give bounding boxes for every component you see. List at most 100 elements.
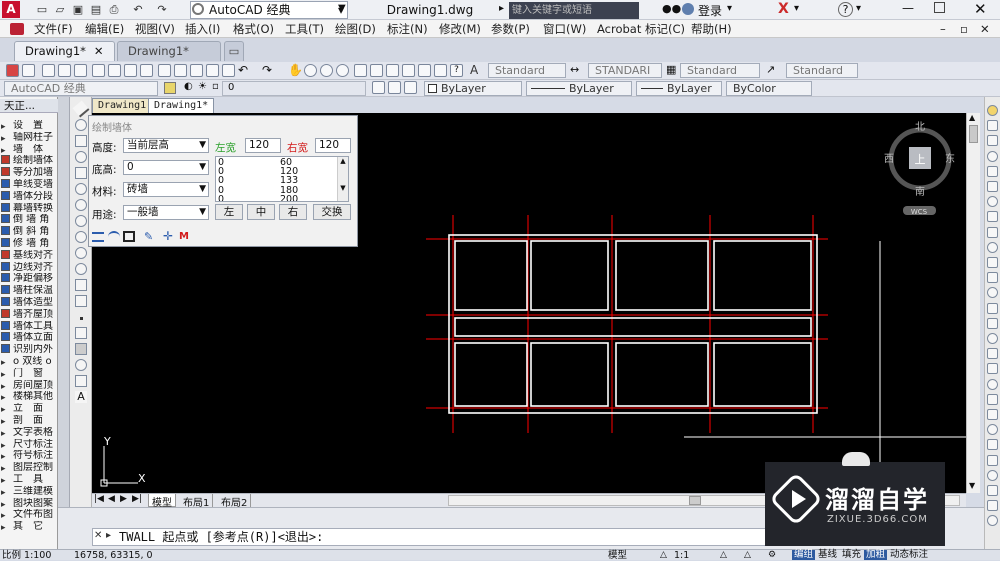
palette-item[interactable]: ▸ 剖 面	[0, 415, 58, 427]
layer-previous-icon[interactable]	[388, 81, 401, 94]
menu-insert[interactable]: 插入(I)	[185, 20, 220, 38]
text-edit-icon[interactable]	[987, 424, 998, 436]
menu-close-icon[interactable]: ✕	[980, 20, 990, 38]
break-point-icon[interactable]	[987, 272, 998, 284]
width-list-scrollbar[interactable]: ▲ ▼	[337, 157, 348, 201]
rect-wall-icon[interactable]	[123, 231, 135, 242]
construction-line-icon[interactable]	[75, 119, 87, 131]
command-history-icon[interactable]: ▸	[106, 530, 111, 541]
menu-restore-icon[interactable]: ▫	[960, 20, 968, 38]
status-baseline[interactable]: 基线	[816, 550, 839, 560]
menu-window[interactable]: 窗口(W)	[543, 20, 586, 38]
command-line[interactable]: TWALL 起点或 [参考点(R)]<退出>:	[92, 528, 772, 546]
width-list[interactable]: 0 60 0 120 0 133 0 180 0 200 ▲ ▼	[215, 156, 349, 202]
pan-icon[interactable]	[987, 485, 998, 496]
scroll-thumb[interactable]	[969, 125, 978, 143]
menu-format[interactable]: 格式(O)	[233, 20, 274, 38]
palette-item[interactable]: 墙体分段	[0, 190, 58, 203]
extend-icon[interactable]	[987, 257, 998, 268]
palette-item[interactable]: 倒 墙 角	[0, 214, 58, 226]
tool-icon[interactable]	[22, 64, 35, 77]
toolbar-undo-icon[interactable]: ↶	[238, 63, 248, 77]
mirror-icon[interactable]	[987, 135, 998, 147]
height-select[interactable]: 当前层高 ▼	[123, 138, 209, 153]
copy-obj-icon[interactable]	[987, 120, 998, 132]
menu-draw[interactable]: 绘图(D)	[335, 20, 376, 38]
save-file-icon[interactable]	[74, 64, 87, 77]
zoom-icon[interactable]	[987, 500, 998, 512]
palette-item[interactable]: ▸ 其 它	[0, 521, 58, 533]
menu-modify[interactable]: 修改(M)	[439, 20, 481, 38]
layout-tab-model[interactable]: 模型	[148, 494, 176, 509]
annotation-scale-icon[interactable]: △	[660, 550, 667, 560]
redo-icon[interactable]: ↷	[154, 2, 170, 17]
table-icon[interactable]	[75, 375, 87, 387]
pedit-icon[interactable]	[987, 378, 998, 390]
binoculars-icon[interactable]: ●●	[662, 2, 681, 16]
palette-header[interactable]: 天正...	[0, 99, 58, 113]
palette-item[interactable]: ▸ 三维建模	[0, 486, 58, 498]
lengthen-icon[interactable]	[987, 439, 998, 451]
block-editor-icon[interactable]	[222, 64, 235, 77]
zoom-window-icon[interactable]	[320, 64, 333, 77]
palette-item[interactable]: 单线变墙	[0, 179, 58, 191]
maximize-button[interactable]	[934, 2, 945, 13]
publish-icon[interactable]	[124, 64, 137, 77]
swap-button[interactable]: 交换	[313, 204, 351, 220]
design-center-icon[interactable]	[370, 64, 383, 77]
palette-item[interactable]: ▸ 楼梯其他	[0, 391, 58, 403]
hscroll-thumb[interactable]	[689, 496, 701, 505]
hatch-icon[interactable]	[75, 327, 87, 339]
save-icon[interactable]: ▣	[70, 2, 86, 17]
viewcube-east[interactable]: 东	[945, 152, 955, 165]
material-select[interactable]: 砖墙 ▼	[123, 182, 209, 197]
menu-parametric[interactable]: 参数(P)	[491, 20, 530, 38]
tab-nav-prev-icon[interactable]: ◀	[108, 494, 115, 504]
viewcube-north[interactable]: 北	[915, 121, 925, 133]
tool-palettes-icon[interactable]	[386, 64, 399, 77]
palette-item[interactable]: ▸ 图块图案	[0, 498, 58, 510]
align-left-button[interactable]: 左	[215, 204, 243, 220]
break-icon[interactable]	[987, 287, 998, 299]
search-dropdown-icon[interactable]: ▸	[499, 3, 504, 14]
doc-tab-2[interactable]: Drawing1*	[117, 41, 221, 61]
layer-match-icon[interactable]	[404, 81, 417, 94]
draw-order-icon[interactable]	[987, 469, 998, 481]
width-list-row[interactable]: 0 133	[218, 176, 336, 186]
toolbar-redo-icon[interactable]: ↷	[262, 63, 272, 77]
palette-item[interactable]: 墙体造型	[0, 297, 58, 309]
palette-item[interactable]: 识别内外	[0, 344, 58, 356]
width-list-row[interactable]: 0 180	[218, 185, 336, 195]
palette-item[interactable]: ▸ 轴网柱子	[0, 132, 58, 144]
palette-item[interactable]: ▸ o 双线 o	[0, 356, 58, 368]
table-style-combo[interactable]: Standard	[680, 63, 760, 78]
menu-minimize-icon[interactable]: –	[940, 20, 946, 38]
usage-select[interactable]: 一般墙 ▼	[123, 205, 209, 220]
arc-wall-icon[interactable]	[108, 231, 120, 243]
palette-item[interactable]: ▸ 立 面	[0, 403, 58, 415]
user-icon[interactable]	[682, 3, 694, 15]
point-icon[interactable]	[80, 317, 83, 320]
layout-tab-1[interactable]: 布局1	[180, 494, 214, 509]
inner-tab-2[interactable]: Drawing1*	[148, 98, 215, 113]
print-preview-icon[interactable]	[108, 64, 121, 77]
new-file-icon[interactable]	[42, 64, 55, 77]
saveas-icon[interactable]: ▤	[88, 2, 104, 17]
vertical-scrollbar[interactable]: ▲ ▼	[966, 113, 980, 493]
ellipse-icon[interactable]	[75, 247, 87, 259]
status-dynamic-dim[interactable]: 动态标注	[888, 550, 930, 560]
make-current-icon[interactable]	[372, 81, 385, 94]
rectangle-icon[interactable]	[75, 167, 87, 179]
minimize-button[interactable]: —	[898, 1, 918, 15]
exchange-icon[interactable]: X	[778, 1, 789, 17]
layer-combo[interactable]	[222, 81, 366, 96]
palette-item[interactable]: 墙齐屋顶	[0, 308, 58, 321]
module-icon[interactable]: M	[179, 231, 189, 242]
status-bold[interactable]: 加粗	[864, 550, 888, 560]
copy-icon[interactable]	[174, 64, 187, 77]
polyline-icon[interactable]	[75, 135, 87, 147]
palette-item[interactable]: ▸ 设 置	[0, 120, 58, 132]
viewcube-south[interactable]: 南	[915, 185, 925, 198]
app-logo-icon[interactable]: A	[2, 1, 20, 18]
exchange-dropdown-icon[interactable]: ▾	[794, 3, 799, 14]
